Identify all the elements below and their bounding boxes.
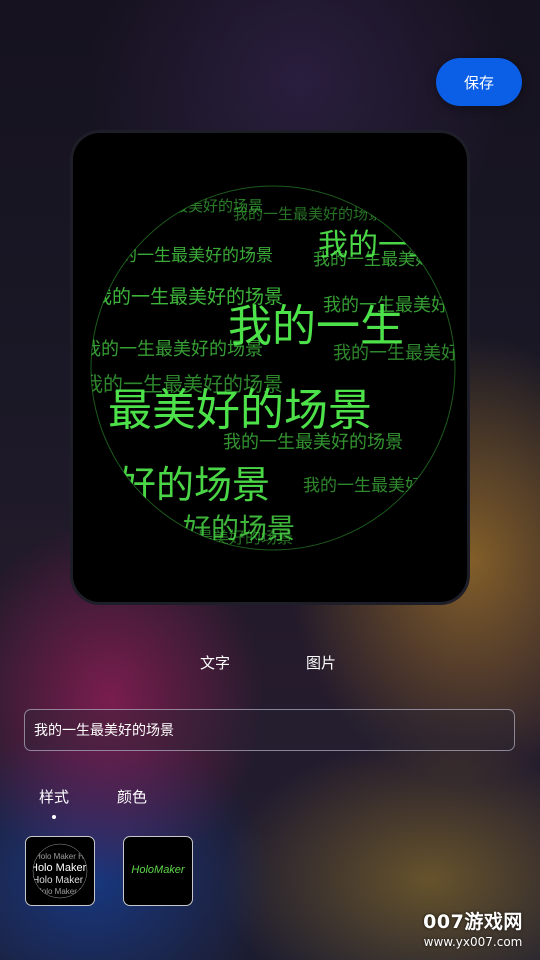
tab-text[interactable]: 文字 [200,652,230,673]
sphere-headline-middle: 最美好的场景 [108,385,372,436]
subtab-color[interactable]: 颜色 [117,786,147,807]
active-indicator [52,815,56,819]
hologram-sphere: 我的一生最美好的场景 我的一生最美好的场景 我的一生最美好的场景 我的一生最美好… [90,185,470,551]
sphere-headline-top: 我的一生 [318,228,438,263]
holomaker-text: HoloMaker [131,864,185,876]
sphere-headline-main: 我的一生 [228,301,404,352]
sphere-style-icon: Holo Maker Holo Holo Maker Holo Holo Mak… [30,843,94,899]
tab-image[interactable]: 图片 [306,652,336,673]
thumb-text-3: Holo Maker Holo [32,875,94,886]
thumb-text-1: Holo Maker Holo [35,852,94,861]
text-input[interactable] [24,709,515,751]
style-thumbnail-flat[interactable]: HoloMaker [123,836,193,906]
subtab-style[interactable]: 样式 [39,786,69,807]
hologram-preview: 我的一生最美好的场景 我的一生最美好的场景 我的一生最美好的场景 我的一生最美好… [70,130,470,605]
style-thumbnail-sphere[interactable]: Holo Maker Holo Holo Maker Holo Holo Mak… [25,836,95,906]
sphere-band-3: 我的一生最美好的场景 [103,246,273,266]
save-button[interactable]: 保存 [436,58,522,106]
sphere-headline-lower: 好的场景 [118,463,270,507]
sphere-headline-bottom: 好的场景 [183,512,295,545]
site-watermark: 007游戏网 www.yx007.com [412,907,534,949]
thumb-text-4: Holo Maker Holo [36,887,94,896]
thumb-text-2: Holo Maker Holo [30,862,94,874]
sphere-band-2: 我的一生最美好的场景 [233,205,383,223]
watermark-url: www.yx007.com [423,935,523,949]
watermark-brand: 007游戏网 [423,911,523,933]
sphere-band-11: 我的一生最美好的场景 [303,476,470,496]
